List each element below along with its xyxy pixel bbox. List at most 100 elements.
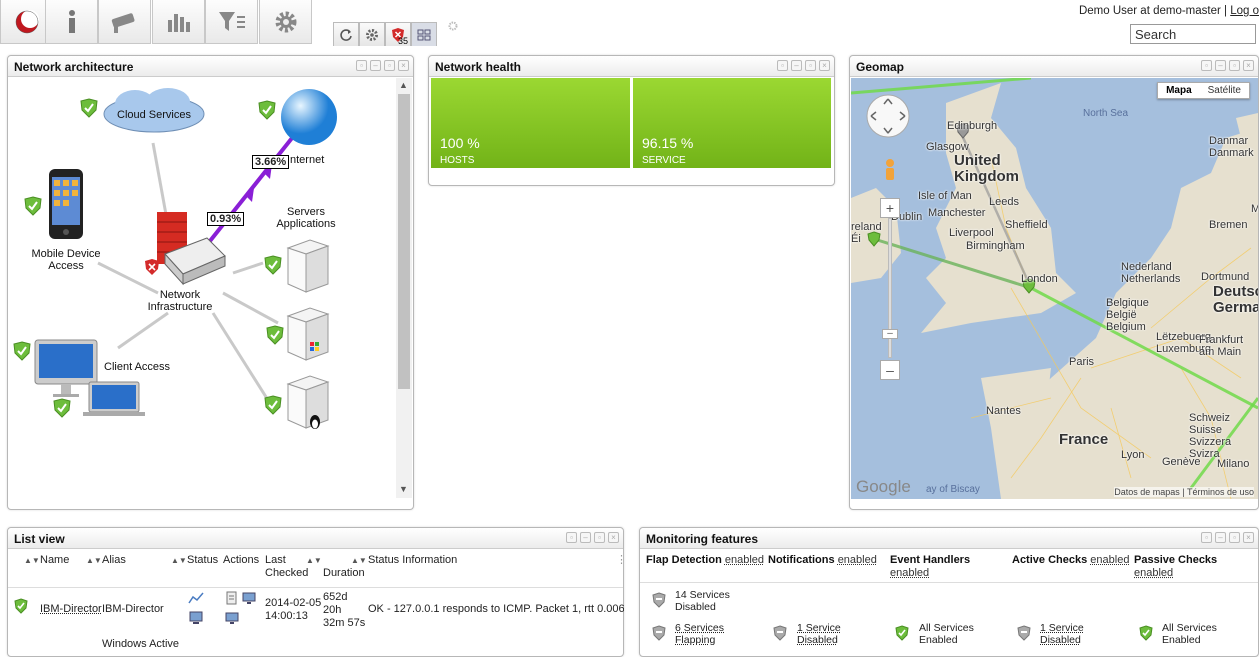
grid-icon: [417, 28, 431, 42]
widget-settings-button[interactable]: ▫: [1229, 532, 1240, 543]
host-icon[interactable]: [188, 611, 204, 625]
flap-disabled-link[interactable]: 14 Services Disabled: [675, 589, 730, 613]
server-linux-icon: [286, 374, 330, 434]
ok-status-icon: [266, 325, 284, 345]
sort-icon[interactable]: ▲▼: [24, 554, 40, 567]
active-checks-toggle[interactable]: enabled: [1090, 554, 1129, 566]
zoom-out-button[interactable]: –: [880, 360, 900, 380]
next-row-alias: Windows Active: [102, 638, 179, 651]
pegman-icon[interactable]: [881, 158, 899, 188]
hosts-health-tile[interactable]: 100 % HOSTS: [431, 78, 630, 168]
widget-title: Network health: [435, 60, 521, 74]
map-type-map-button[interactable]: Mapa: [1158, 83, 1200, 98]
widget-header[interactable]: Geomap ▫ – ▫ ×: [850, 56, 1258, 77]
event-handlers-toggle[interactable]: enabled: [890, 567, 929, 579]
filter-button[interactable]: [205, 0, 258, 44]
dashboard-button[interactable]: [152, 0, 205, 44]
widget-header[interactable]: Network architecture ▫ – ▫ ×: [8, 56, 413, 77]
widget-minimize-button[interactable]: –: [791, 60, 802, 71]
column-header-status-info[interactable]: Status Information: [368, 554, 457, 567]
settings-button[interactable]: [259, 0, 312, 44]
column-header-status[interactable]: Status: [187, 554, 218, 567]
widget-copy-button[interactable]: ▫: [1201, 60, 1212, 71]
map-label: United Kingdom: [954, 153, 1019, 185]
widget-copy-button[interactable]: ▫: [566, 532, 577, 543]
scroll-thumb[interactable]: [398, 94, 410, 389]
flap-flapping-link[interactable]: 6 Services Flapping: [675, 622, 724, 646]
scroll-down-arrow-icon[interactable]: ▼: [399, 484, 408, 494]
monitoring-features-widget: Monitoring features ▫ – ▫ × Flap Detection …: [639, 527, 1259, 657]
widget-header[interactable]: Network health ▫ – ▫ ×: [429, 56, 834, 77]
column-header-alias[interactable]: Alias: [102, 554, 126, 567]
notifications-disabled-link[interactable]: 1 Service Disabled: [797, 622, 841, 646]
tool-settings-button[interactable]: [359, 22, 385, 46]
host-name-link[interactable]: IBM-Director: [40, 603, 102, 616]
refresh-button[interactable]: [333, 22, 359, 46]
zoom-slider-thumb[interactable]: –: [882, 329, 898, 339]
map-footer[interactable]: Datos de mapas | Términos de uso: [1114, 487, 1254, 497]
widget-settings-button[interactable]: ▫: [805, 60, 816, 71]
map-type-satellite-button[interactable]: Satélite: [1200, 83, 1249, 98]
monitor-icon[interactable]: [242, 591, 256, 605]
flap-detection-toggle[interactable]: enabled: [725, 554, 764, 566]
widget-settings-button[interactable]: ▫: [1229, 60, 1240, 71]
widget-minimize-button[interactable]: –: [1215, 60, 1226, 71]
search-input[interactable]: [1130, 24, 1256, 44]
widget-header[interactable]: List view ▫ – ▫ ×: [8, 528, 623, 549]
layout-button[interactable]: [411, 22, 437, 46]
column-header-name[interactable]: Name: [40, 554, 69, 567]
active-checks-disabled-link[interactable]: 1 Service Disabled: [1040, 622, 1084, 646]
internet-usage-label: 3.66%: [252, 155, 289, 169]
passive-checks-toggle[interactable]: enabled: [1134, 567, 1173, 579]
service-health-tile[interactable]: 96.15 % SERVICE: [633, 78, 831, 168]
small-gear-icon[interactable]: [448, 21, 458, 31]
sort-icon[interactable]: ▲▼: [351, 554, 367, 567]
internet-label: nternet: [290, 154, 324, 166]
widget-close-button[interactable]: ×: [1243, 532, 1254, 543]
widget-copy-button[interactable]: ▫: [1201, 532, 1212, 543]
server-icon: [286, 238, 330, 294]
widget-copy-button[interactable]: ▫: [356, 60, 367, 71]
zoom-in-button[interactable]: +: [880, 198, 900, 218]
widget-title: Network architecture: [14, 60, 133, 74]
scrollbar[interactable]: ▲ ▼: [396, 78, 412, 498]
monitor-icon[interactable]: [225, 611, 239, 625]
widget-minimize-button[interactable]: –: [580, 532, 591, 543]
document-icon[interactable]: [225, 591, 239, 605]
sort-icon[interactable]: ▲▼: [306, 554, 322, 567]
table-header: ▲▼ Name ▲▼ Alias ▲▼ Status Actions Last …: [8, 550, 623, 588]
sort-icon[interactable]: ▲▼: [171, 554, 187, 567]
scroll-up-arrow-icon[interactable]: ▲: [399, 80, 408, 90]
column-options-icon[interactable]: ⋮: [616, 554, 627, 567]
ok-status-icon: [1139, 625, 1153, 641]
widget-close-button[interactable]: ×: [1243, 60, 1254, 71]
widget-settings-button[interactable]: ▫: [594, 532, 605, 543]
map-label: Frankfurt am Main: [1199, 334, 1243, 358]
info-button[interactable]: [45, 0, 98, 44]
network-health-widget: Network health ▫ – ▫ × 100 % HOSTS 96.15 % …: [428, 55, 835, 186]
widget-header[interactable]: Monitoring features ▫ – ▫ ×: [640, 528, 1258, 549]
logout-link[interactable]: Log o: [1230, 5, 1259, 17]
widget-close-button[interactable]: ×: [819, 60, 830, 71]
sort-icon[interactable]: ▲▼: [86, 554, 102, 567]
passive-checks-all-link[interactable]: All Services Enabled: [1162, 622, 1217, 646]
widget-minimize-button[interactable]: –: [370, 60, 381, 71]
server-windows-icon: [286, 306, 330, 362]
map-label: Liverpool: [949, 227, 994, 239]
disabled-status-icon: [652, 592, 666, 608]
widget-copy-button[interactable]: ▫: [777, 60, 788, 71]
widget-close-button[interactable]: ×: [608, 532, 619, 543]
widget-close-button[interactable]: ×: [398, 60, 409, 71]
widget-controls: ▫ – ▫ ×: [1201, 532, 1254, 543]
graph-icon[interactable]: [188, 591, 204, 605]
widget-minimize-button[interactable]: –: [1215, 532, 1226, 543]
camera-button[interactable]: [98, 0, 151, 44]
column-header-last-checked[interactable]: Last Checked: [265, 554, 308, 580]
map-canvas[interactable]: Edinburgh Glasgow United Kingdom Isle of…: [851, 78, 1258, 499]
widget-settings-button[interactable]: ▫: [384, 60, 395, 71]
event-handlers-all-link[interactable]: All Services Enabled: [919, 622, 974, 646]
table-row[interactable]: IBM-Director IBM-Director 2014-02-05 14:…: [8, 589, 623, 641]
column-header-duration[interactable]: Duration: [323, 567, 365, 580]
pan-control-icon[interactable]: [865, 93, 911, 139]
notifications-toggle[interactable]: enabled: [838, 554, 877, 566]
